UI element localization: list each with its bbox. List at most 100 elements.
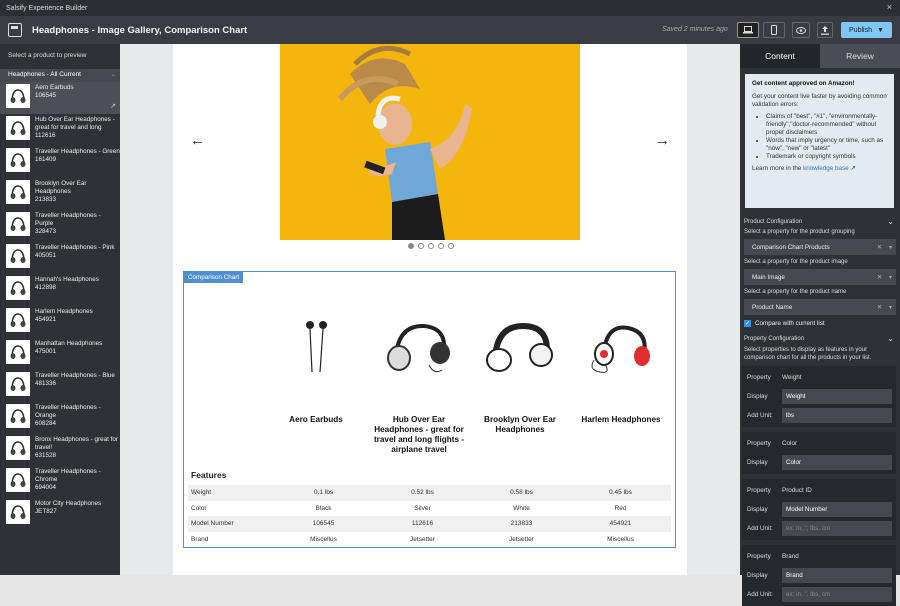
close-icon[interactable]: ×: [887, 2, 892, 12]
chevron-down-icon: ▾: [888, 304, 892, 311]
unit-input[interactable]: lbs: [782, 408, 892, 423]
feature-label: Weight: [191, 489, 212, 497]
feature-value: Miscellus: [607, 535, 634, 543]
top-toolbar: Headphones - Image Gallery, Comparison C…: [0, 16, 900, 44]
feature-value: 0.1 lbs: [313, 489, 334, 497]
gallery-dot[interactable]: [418, 243, 424, 249]
tip-item: Words that imply urgency or time, such a…: [766, 137, 887, 153]
product-thumbnail: [6, 244, 30, 268]
preview-canvas: ← → Comparison Chart Aero Earbuds Hub Ov…: [120, 44, 740, 575]
display-input[interactable]: Weight: [782, 389, 892, 404]
product-list-item[interactable]: Hannah's Headphones 412898: [0, 274, 120, 306]
woman-dancing-photo: [280, 44, 580, 240]
upload-icon: [821, 25, 829, 35]
preview-button[interactable]: [792, 22, 810, 38]
gallery-next-arrow[interactable]: →: [655, 132, 670, 149]
gallery-dot[interactable]: [438, 243, 444, 249]
amazon-tip-box: Get content approved on Amazon! Get your…: [745, 74, 894, 208]
chevron-down-icon: ▾: [888, 244, 892, 251]
product-sidebar: Select a product to preview Headphones -…: [0, 44, 120, 575]
property-value[interactable]: Brand: [782, 553, 799, 560]
clear-icon[interactable]: ✕: [877, 244, 882, 251]
product-name: Aero Earbuds: [35, 84, 74, 91]
display-input[interactable]: Model Number: [782, 502, 892, 517]
product-list-item[interactable]: Traveller Headphones - Chrome 694004: [0, 466, 120, 498]
gallery-dot[interactable]: [408, 243, 414, 249]
display-label: Display: [747, 572, 768, 579]
desktop-view-button[interactable]: [737, 22, 759, 38]
property-blocks: Property Weight Display Weight Add Unit: lbs P…: [740, 366, 900, 606]
product-list-item[interactable]: Traveller Headphones - Purple 328473: [0, 210, 120, 242]
table-row: Weight 0.1 lbs 0.52 lbs 0.58 lbs 0.45 lbs: [188, 485, 671, 501]
property-value[interactable]: Weight: [782, 374, 801, 381]
feature-value: Black: [315, 504, 332, 512]
product-list-item[interactable]: Bronx Headphones - great for travel! 6315…: [0, 434, 120, 466]
product-list: Aero Earbuds 106545 ↗ Hub Over Ear Headphon…: [0, 82, 120, 530]
comparison-chart-tag: Comparison Chart: [184, 272, 244, 283]
comparison-product: Harlem Headphones: [573, 312, 669, 425]
name-select[interactable]: Product Name ✕ ▾: [744, 299, 896, 315]
product-list-item[interactable]: Aero Earbuds 106545 ↗: [0, 82, 120, 114]
product-list-item[interactable]: Motor City Headphones JET827: [0, 498, 120, 530]
gallery-dot[interactable]: [428, 243, 434, 249]
tip-list: Claims of "best", "#1", "environmentally…: [766, 113, 887, 161]
product-name: Motor City Headphones: [35, 500, 102, 507]
property-config-header[interactable]: Property Configuration ⌄: [740, 332, 900, 346]
product-list-item[interactable]: Traveller Headphones - Orange 608284: [0, 402, 120, 434]
clear-icon[interactable]: ✕: [877, 304, 882, 311]
product-thumbnail: [6, 308, 30, 332]
over-ear-headphones-white-image: [472, 312, 568, 382]
external-link-icon[interactable]: ↗: [110, 102, 116, 110]
product-thumbnail: [6, 148, 30, 172]
property-value[interactable]: Product ID: [782, 487, 812, 494]
unit-input[interactable]: ex: in, ", lbs, cm: [782, 587, 892, 602]
feature-value: 0.52 lbs: [411, 489, 434, 497]
mobile-view-button[interactable]: [763, 22, 785, 38]
product-id: 405051: [35, 252, 57, 259]
comparison-chart-block[interactable]: Comparison Chart Aero Earbuds Hub Over E…: [183, 271, 676, 548]
knowledge-base-link[interactable]: knowledge base: [803, 165, 849, 172]
product-list-item[interactable]: Traveller Headphones - Blue 481336: [0, 370, 120, 402]
grouping-label: Select a property for the product groupi…: [744, 229, 855, 235]
gallery-prev-arrow[interactable]: ←: [190, 132, 205, 149]
product-list-item[interactable]: Traveller Headphones - Green 161409: [0, 146, 120, 178]
compare-checkbox-row[interactable]: ✓ Compare with current list: [740, 317, 900, 329]
clear-icon[interactable]: ✕: [877, 274, 882, 281]
features-table: Weight 0.1 lbs 0.52 lbs 0.58 lbs 0.45 lbs Col…: [188, 485, 671, 547]
unit-input[interactable]: ex: in, ", lbs, cm: [782, 521, 892, 536]
unit-label: Add Unit:: [747, 525, 773, 532]
external-link-icon[interactable]: ↗: [850, 165, 855, 172]
product-list-item[interactable]: Brooklyn Over Ear Headphones 213833: [0, 178, 120, 210]
tab-content[interactable]: Content: [740, 44, 820, 68]
compare-checkbox[interactable]: ✓: [744, 319, 751, 327]
grouping-select[interactable]: Comparison Chart Products ✕ ▾: [744, 239, 896, 255]
product-name: Brooklyn Over Ear Headphones: [35, 180, 87, 195]
image-select[interactable]: Main Image ✕ ▾: [744, 269, 896, 285]
tab-review[interactable]: Review: [820, 44, 900, 68]
product-name: Traveller Headphones - Blue: [35, 372, 115, 379]
display-input[interactable]: Brand: [782, 568, 892, 583]
product-list-item[interactable]: Manhattan Headphones 475001: [0, 338, 120, 370]
product-thumbnail: [6, 180, 30, 204]
publish-button[interactable]: Publish ▼: [841, 22, 892, 38]
product-list-item[interactable]: Traveller Headphones - Pink 405051: [0, 242, 120, 274]
features-title: Features: [191, 470, 227, 480]
product-thumbnail: [6, 84, 30, 108]
product-list-item[interactable]: Harlem Headphones 454921: [0, 306, 120, 338]
product-thumbnail: [6, 468, 30, 492]
property-block: Property Product ID Display Model Number Add…: [742, 479, 896, 540]
display-input[interactable]: Color: [782, 455, 892, 470]
product-config-header[interactable]: Product Configuration ⌄: [740, 215, 900, 229]
product-list-select[interactable]: Headphones - All Current ⌄: [0, 69, 120, 82]
feature-value: 112616: [411, 520, 434, 528]
display-label: Display: [747, 393, 768, 400]
chevron-down-icon: ⌄: [887, 217, 894, 226]
property-config-desc: Select properties to display as features…: [744, 347, 872, 361]
export-button[interactable]: [817, 22, 833, 38]
settings-panel: Content Review Get content approved on A…: [740, 44, 900, 606]
product-list-item[interactable]: Hub Over Ear Headphones - great for trav…: [0, 114, 120, 146]
product-id: 161409: [35, 156, 57, 163]
feature-value: 0.45 lbs: [609, 489, 632, 497]
property-value[interactable]: Color: [782, 440, 797, 447]
gallery-dot[interactable]: [448, 243, 454, 249]
